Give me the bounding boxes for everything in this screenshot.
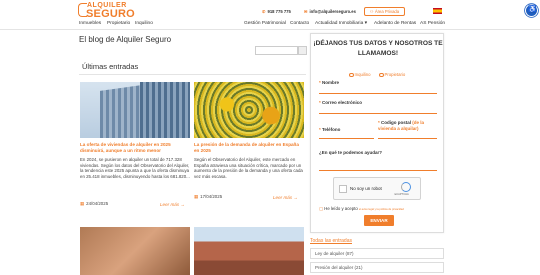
header-divider — [0, 29, 540, 30]
post-date: ▦ 17/04/2025 — [194, 194, 222, 200]
spanish-flag-icon[interactable] — [433, 8, 442, 14]
all-entries-link[interactable]: Todas las entradas — [310, 238, 352, 244]
email-contact[interactable]: ✉ info@alquilerseguro.es — [304, 9, 356, 14]
recaptcha-checkbox[interactable] — [339, 185, 347, 193]
read-more-link[interactable]: Leer más → — [273, 195, 298, 200]
help-textarea[interactable] — [319, 170, 437, 171]
submit-button[interactable]: ENVIAR — [364, 215, 394, 226]
phone-field[interactable] — [319, 138, 374, 139]
category-item[interactable]: Ley de alquiler (87) — [310, 248, 444, 259]
page: ALQUILER SEGURO ✆ 918 775 775 ✉ info@alqui… — [0, 0, 540, 275]
radio-inquilino-label: Inquilino — [354, 72, 371, 77]
recaptcha-widget: No soy un robot reCAPTCHA — [333, 177, 421, 200]
post-title[interactable]: La oferta de viviendas de alquiler en 20… — [80, 142, 190, 153]
private-area-label: Área Privada — [374, 9, 400, 14]
recaptcha-logo-icon — [401, 182, 411, 192]
phone-contact[interactable]: ✆ 918 775 775 — [262, 9, 291, 14]
nav-adelanto-rentas[interactable]: Adelanto de Rentas — [374, 21, 416, 26]
post-date-value: 17/04/2025 — [200, 194, 223, 199]
nav-gestion-patrimonial[interactable]: Gestión Patrimonial — [244, 21, 286, 26]
nav-inmuebles[interactable]: Inmuebles — [79, 21, 101, 26]
blog-title: El blog de Alquiler Seguro — [79, 35, 172, 44]
site-logo[interactable]: ALQUILER SEGURO — [78, 2, 138, 20]
read-more-link[interactable]: Leer más → — [160, 202, 185, 207]
form-title: ¡DÉJANOS TUS DATOS Y NOSOTROS TE LLAMAMO… — [313, 40, 443, 57]
mail-icon: ✉ — [304, 9, 308, 14]
radio-circle-icon — [379, 72, 384, 78]
user-icon: ⚇ — [369, 9, 374, 14]
category-item[interactable]: Presión del alquiler (21) — [310, 262, 444, 273]
radio-inquilino[interactable]: Inquilino — [349, 72, 371, 78]
recaptcha-brand: reCAPTCHA — [394, 193, 409, 196]
name-field[interactable] — [319, 93, 437, 94]
email-address: info@alquilerseguro.es — [309, 9, 356, 14]
recaptcha-label: No soy un robot — [350, 186, 382, 191]
nav-contacto[interactable]: Contacto — [290, 21, 309, 26]
post-image-building[interactable] — [80, 82, 190, 138]
post-excerpt: Según el Observatorio del Alquiler, este… — [194, 157, 303, 179]
nav-inquilino[interactable]: Inquilino — [135, 21, 153, 26]
help-label: ¿En qué te podemos ayudar? — [319, 150, 383, 155]
nav-actualidad[interactable]: Actualidad Inmobiliaria ▾ — [315, 21, 367, 26]
post-image-hands[interactable] — [80, 227, 190, 275]
post-date: ▦ 24/04/2025 — [80, 201, 108, 207]
blog-search-input[interactable] — [255, 46, 298, 55]
search-button[interactable] — [298, 46, 307, 55]
calendar-icon: ▦ — [194, 194, 199, 199]
phone-icon: ✆ — [262, 9, 266, 14]
radio-circle-icon — [349, 72, 354, 78]
phone-number: 918 775 775 — [267, 9, 291, 14]
post-image-houses[interactable] — [194, 227, 304, 275]
site-header: ALQUILER SEGURO ✆ 918 775 775 ✉ info@alqui… — [0, 0, 540, 32]
nav-as-pension[interactable]: AS Pensión — [420, 21, 445, 26]
name-label: * Nombre — [319, 80, 340, 85]
nav-propietario[interactable]: Propietario — [107, 21, 130, 26]
building-shape-2 — [140, 82, 190, 138]
email-label: * Correo electrónico — [319, 100, 363, 105]
email-field[interactable] — [319, 113, 437, 114]
postal-code-field[interactable] — [378, 138, 437, 139]
privacy-link[interactable]: el aviso legal y la política de privacid… — [359, 208, 404, 211]
section-divider — [79, 74, 306, 75]
post-date-value: 24/04/2025 — [86, 201, 109, 206]
post-title[interactable]: La presión de la demanda de alquiler en … — [194, 142, 304, 153]
calendar-icon: ▦ — [80, 201, 85, 206]
phone-label: * Teléfono — [319, 127, 341, 132]
checkbox-icon[interactable]: ▢ — [319, 206, 323, 211]
logo-bottom-text: SEGURO — [86, 8, 135, 20]
accessibility-icon[interactable] — [525, 4, 538, 17]
post-image-crowd[interactable] — [194, 82, 304, 138]
post-excerpt: En 2024, se pusieron en alquiler un tota… — [80, 157, 190, 179]
latest-entries-title: Últimas entradas — [82, 62, 139, 71]
radio-propietario[interactable]: Propietario — [379, 72, 406, 78]
callback-form: ¡DÉJANOS TUS DATOS Y NOSOTROS TE LLAMAMO… — [310, 33, 444, 233]
accept-text: He leído y acepto — [324, 206, 358, 211]
postal-label: * Codigo postal (de la vivienda a alquil… — [378, 120, 425, 131]
privacy-accept[interactable]: ▢ He leído y acepto el aviso legal y la … — [319, 206, 404, 212]
private-area-button[interactable]: ⚇ Área Privada — [364, 7, 405, 16]
radio-propietario-label: Propietario — [384, 72, 406, 77]
